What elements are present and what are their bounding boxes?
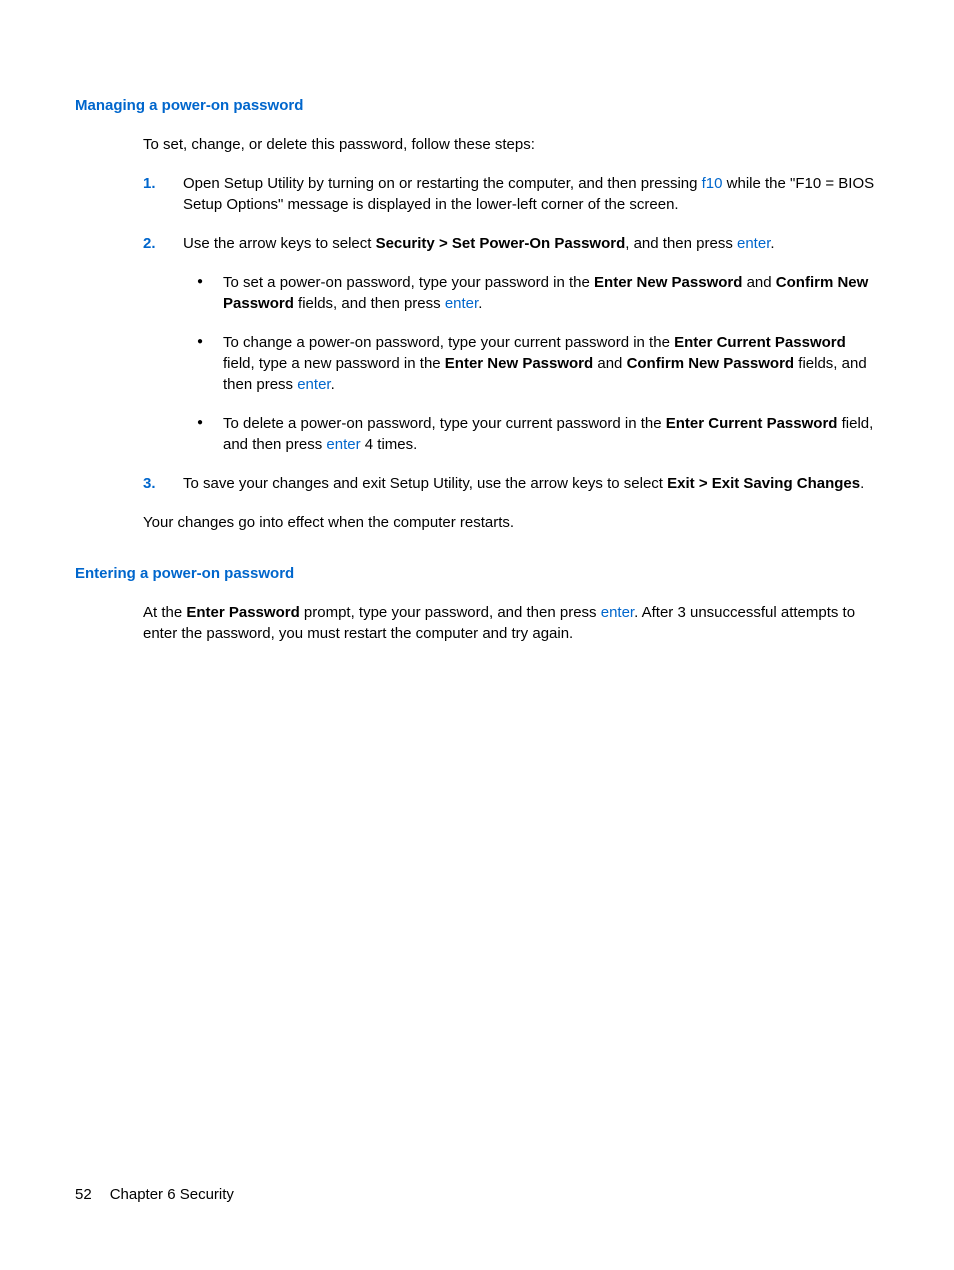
b3-t1: To delete a power-on password, type your… — [223, 415, 666, 432]
step1-text-pre: Open Setup Utility by turning on or rest… — [183, 175, 702, 192]
b2-bold3: Confirm New Password — [627, 355, 795, 372]
b2-t5: . — [331, 376, 335, 393]
step2-bullets: To set a power-on password, type your pa… — [183, 272, 879, 455]
b2-t1: To change a power-on password, type your… — [223, 334, 674, 351]
b2-t3: and — [593, 355, 626, 372]
step2-bold: Security > Set Power-On Password — [376, 235, 626, 252]
bullet-delete-password: To delete a power-on password, type your… — [183, 413, 879, 455]
key-enter: enter — [737, 235, 770, 252]
step2-text-mid: , and then press — [625, 235, 737, 252]
intro-text: To set, change, or delete this password,… — [143, 134, 879, 155]
b1-t4: . — [478, 295, 482, 312]
b1-bold1: Enter New Password — [594, 274, 742, 291]
step-3: To save your changes and exit Setup Util… — [143, 473, 879, 494]
b1-t1: To set a power-on password, type your pa… — [223, 274, 594, 291]
b3-t3: 4 times. — [361, 436, 418, 453]
s2-bold: Enter Password — [186, 604, 299, 621]
s2-t1: At the — [143, 604, 186, 621]
page-number: 52 — [75, 1186, 92, 1203]
b2-t2: field, type a new password in the — [223, 355, 445, 372]
section2-para: At the Enter Password prompt, type your … — [143, 602, 879, 644]
step3-t2: . — [860, 475, 864, 492]
chapter-label: Chapter 6 Security — [110, 1186, 234, 1203]
section-heading-entering: Entering a power-on password — [75, 563, 879, 584]
b1-t2: and — [742, 274, 775, 291]
b1-t3: fields, and then press — [294, 295, 445, 312]
closing-text: Your changes go into effect when the com… — [143, 512, 879, 533]
b1-key: enter — [445, 295, 478, 312]
step2-text-pre: Use the arrow keys to select — [183, 235, 376, 252]
step2-text-post: . — [770, 235, 774, 252]
step-2: Use the arrow keys to select Security > … — [143, 233, 879, 455]
b3-key: enter — [326, 436, 360, 453]
b2-bold1: Enter Current Password — [674, 334, 846, 351]
bullet-set-password: To set a power-on password, type your pa… — [183, 272, 879, 314]
step-1: Open Setup Utility by turning on or rest… — [143, 173, 879, 215]
section-heading-managing: Managing a power-on password — [75, 95, 879, 116]
s2-t2: prompt, type your password, and then pre… — [300, 604, 601, 621]
bullet-change-password: To change a power-on password, type your… — [183, 332, 879, 395]
steps-list: Open Setup Utility by turning on or rest… — [143, 173, 879, 494]
page-footer: 52 Chapter 6 Security — [75, 1184, 234, 1205]
key-f10: f10 — [702, 175, 723, 192]
b2-key: enter — [297, 376, 330, 393]
b2-bold2: Enter New Password — [445, 355, 593, 372]
step3-bold: Exit > Exit Saving Changes — [667, 475, 860, 492]
b3-bold1: Enter Current Password — [666, 415, 838, 432]
s2-key: enter — [601, 604, 634, 621]
step3-t1: To save your changes and exit Setup Util… — [183, 475, 667, 492]
